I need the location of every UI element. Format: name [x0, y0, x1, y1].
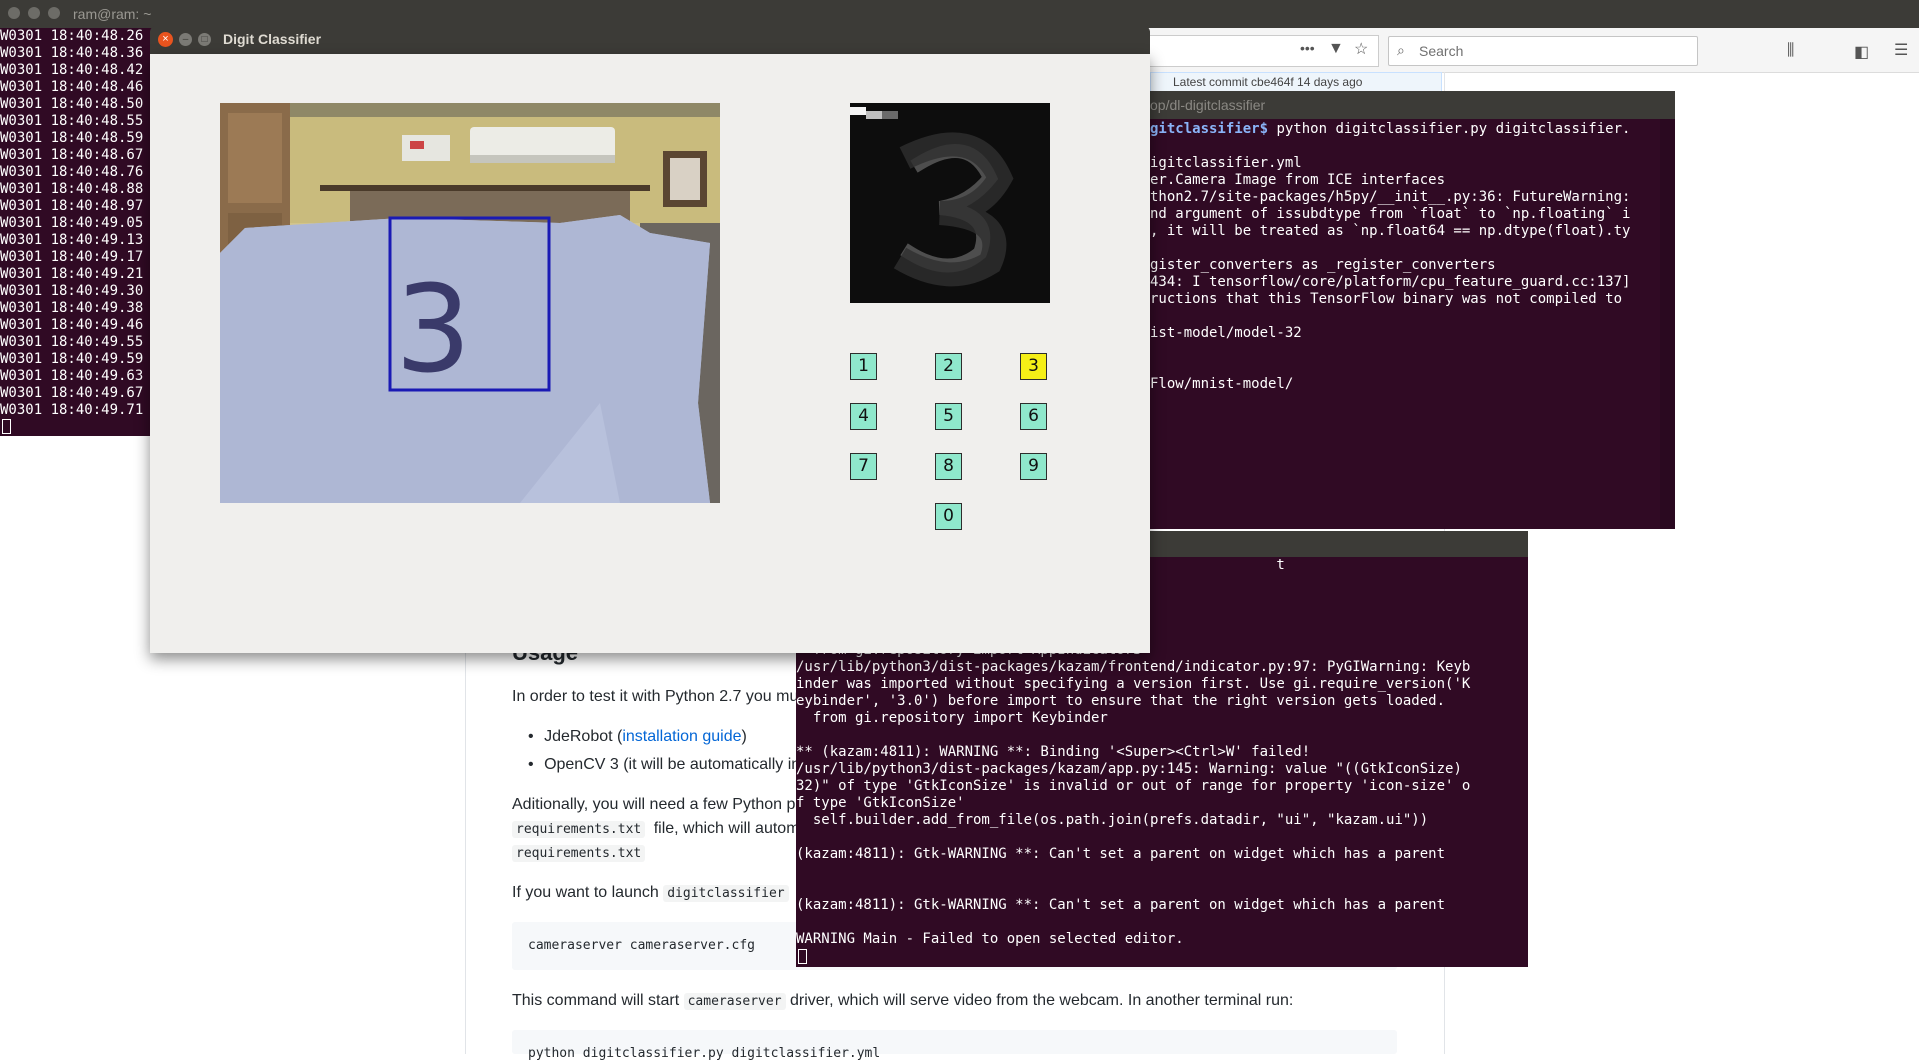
digit-button-2[interactable]: 2	[935, 353, 962, 380]
terminal-lines: igitclassifier.yml er.Camera Image from …	[1150, 155, 1631, 392]
inline-code: cameraserver	[683, 993, 786, 1010]
start-text: This command will start	[512, 992, 680, 1009]
installation-guide-link[interactable]: installation guide	[622, 728, 741, 745]
sidebar-icon[interactable]: ◧	[1854, 42, 1869, 62]
maximize-icon[interactable]	[48, 7, 60, 19]
more-icon[interactable]: •••	[1300, 40, 1315, 56]
minimize-icon[interactable]: –	[179, 33, 192, 46]
terminal-cursor	[2, 419, 11, 434]
url-bar[interactable]: ••• ▼ ☆	[1150, 35, 1379, 67]
window-title: ram@ram: ~	[73, 6, 152, 22]
page-border	[465, 640, 466, 1054]
background-terminal-titlebar: ram@ram: ~	[0, 0, 1919, 28]
terminal-title: op/dl-digitclassifier	[1150, 97, 1266, 113]
terminal-output: W0301 18:40:48.26 W0301 18:40:48.36 W030…	[0, 28, 144, 418]
menu-icon[interactable]: ☰	[1894, 40, 1908, 60]
digit-button-5[interactable]: 5	[935, 403, 962, 430]
search-icon: ⌕	[1397, 42, 1405, 58]
start-line: This command will start cameraserver dri…	[512, 992, 1293, 1010]
bullet: •	[528, 728, 534, 745]
window-title: Digit Classifier	[223, 31, 322, 47]
bullet: •	[528, 756, 534, 773]
list-item: • JdeRobot (installation guide)	[528, 728, 747, 746]
terminal-window[interactable]: gitclassifier$ python digitclassifier.py…	[1130, 119, 1675, 529]
inline-code: requirements.txt	[512, 821, 646, 838]
digit-button-7[interactable]: 7	[850, 453, 877, 480]
launch-text: If you want to launch	[512, 884, 659, 901]
intro-text: In order to test it with Python 2.7 you …	[512, 688, 807, 705]
close-icon[interactable]: ×	[158, 32, 173, 47]
minimize-icon[interactable]	[28, 7, 40, 19]
list-item: • OpenCV 3 (it will be automatically in	[528, 756, 800, 774]
list-item-text: JdeRobot (	[544, 728, 623, 745]
digit-button-4[interactable]: 4	[850, 403, 877, 430]
close-icon[interactable]	[8, 7, 20, 19]
list-item-text: )	[741, 728, 747, 745]
list-item-text: OpenCV 3 (it will be automatically in	[544, 756, 801, 773]
additional-text: Aditionally, you will need a few Python …	[512, 796, 796, 813]
terminal-output: gitclassifier$ python digitclassifier.py…	[1130, 119, 1675, 393]
latest-commit-text: Latest commit cbe464f 14 days ago	[1173, 75, 1363, 89]
requirements-line-2: requirements.txt	[512, 844, 646, 862]
code-block: python digitclassifier.py digitclassifie…	[512, 1030, 1397, 1061]
digit-classifier-titlebar[interactable]: × – □ Digit Classifier	[150, 26, 1150, 54]
pocket-icon[interactable]: ▼	[1328, 40, 1344, 58]
camera-scene-image: 3	[220, 103, 720, 503]
search-input[interactable]: ⌕ Search	[1388, 36, 1698, 66]
shell-prompt: gitclassifier$	[1150, 121, 1269, 137]
code-block-text: cameraserver cameraserver.cfg	[528, 938, 755, 953]
terminal-titlebar: op/dl-digitclassifier	[1130, 91, 1675, 119]
shell-command: python digitclassifier.py digitclassifie…	[1268, 121, 1631, 137]
background-terminal[interactable]: W0301 18:40:48.26 W0301 18:40:48.36 W030…	[0, 28, 160, 436]
handwritten-digit: 3	[395, 261, 471, 400]
terminal-scrollbar[interactable]	[1660, 119, 1675, 529]
terminal-cursor	[798, 949, 807, 964]
maximize-icon[interactable]: □	[198, 33, 211, 46]
search-placeholder: Search	[1419, 43, 1464, 59]
digit-button-3[interactable]: 3	[1020, 353, 1047, 380]
launch-line: If you want to launch digitclassifier	[512, 884, 789, 902]
digit-button-8[interactable]: 8	[935, 453, 962, 480]
digit-button-6[interactable]: 6	[1020, 403, 1047, 430]
requirements-text: file, which will autom	[653, 820, 800, 837]
camera-feed: 3	[220, 103, 720, 503]
requirements-line: requirements.txt file, which will autom	[512, 820, 800, 838]
processed-digit-preview	[850, 103, 1050, 303]
bookmark-star-icon[interactable]: ☆	[1354, 39, 1368, 59]
library-icon[interactable]: ⫼	[1787, 42, 1794, 60]
start-text: driver, which will serve video from the …	[789, 992, 1294, 1009]
digit-button-0[interactable]: 0	[935, 503, 962, 530]
processed-digit-image	[850, 103, 1050, 303]
digit-button-9[interactable]: 9	[1020, 453, 1047, 480]
inline-code: requirements.txt	[512, 845, 646, 862]
inline-code: digitclassifier	[663, 885, 789, 902]
digit-button-1[interactable]: 1	[850, 353, 877, 380]
